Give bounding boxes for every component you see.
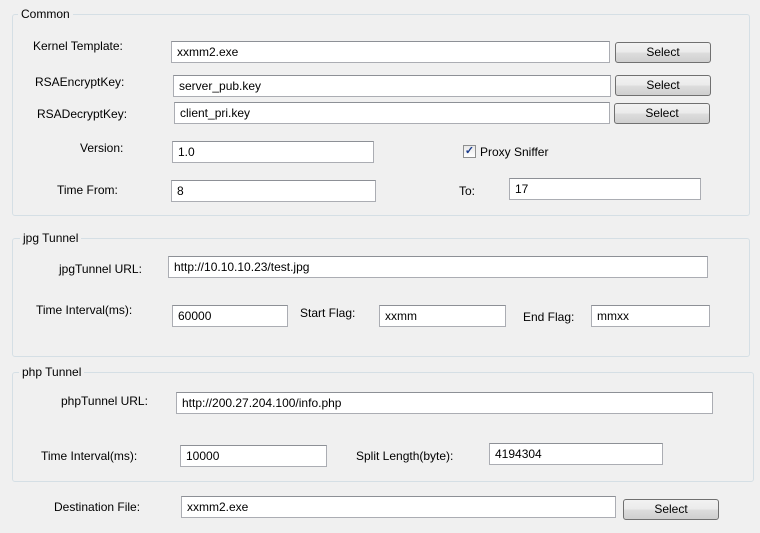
common-legend: Common bbox=[18, 7, 73, 21]
php-tunnel-url-label: phpTunnel URL: bbox=[61, 394, 148, 408]
destination-file-input[interactable]: xxmm2.exe bbox=[181, 496, 616, 518]
jpg-time-interval-input[interactable]: 60000 bbox=[172, 305, 288, 327]
jpg-time-interval-label: Time Interval(ms): bbox=[36, 303, 133, 317]
kernel-template-select-button[interactable]: Select bbox=[615, 42, 711, 63]
destination-file-select-button[interactable]: Select bbox=[623, 499, 719, 520]
split-length-label: Split Length(byte): bbox=[356, 449, 454, 463]
rsa-decrypt-key-label: RSADecryptKey: bbox=[37, 107, 128, 121]
split-length-input[interactable]: 4194304 bbox=[489, 443, 663, 465]
time-to-label: To: bbox=[459, 184, 476, 198]
start-flag-input[interactable]: xxmm bbox=[379, 305, 506, 327]
end-flag-label: End Flag: bbox=[523, 310, 575, 324]
php-time-interval-label: Time Interval(ms): bbox=[41, 449, 138, 463]
php-tunnel-legend: php Tunnel bbox=[19, 365, 85, 379]
start-flag-label: Start Flag: bbox=[300, 306, 356, 320]
php-tunnel-url-input[interactable]: http://200.27.204.100/info.php bbox=[176, 392, 713, 414]
time-from-label: Time From: bbox=[57, 183, 118, 197]
time-to-input[interactable]: 17 bbox=[509, 178, 701, 200]
proxy-sniffer-checkbox[interactable]: ✓ bbox=[463, 145, 476, 158]
end-flag-input[interactable]: mmxx bbox=[591, 305, 710, 327]
jpg-tunnel-url-input[interactable]: http://10.10.10.23/test.jpg bbox=[168, 256, 708, 278]
version-input[interactable]: 1.0 bbox=[172, 141, 374, 163]
kernel-template-input[interactable]: xxmm2.exe bbox=[171, 41, 610, 63]
rsa-encrypt-key-label: RSAEncryptKey: bbox=[35, 75, 125, 89]
checkmark-icon: ✓ bbox=[464, 145, 475, 157]
php-time-interval-input[interactable]: 10000 bbox=[180, 445, 327, 467]
jpg-tunnel-legend: jpg Tunnel bbox=[20, 231, 82, 245]
rsa-decrypt-key-select-button[interactable]: Select bbox=[614, 103, 710, 124]
kernel-template-label: Kernel Template: bbox=[33, 39, 123, 53]
jpg-tunnel-url-label: jpgTunnel URL: bbox=[59, 262, 142, 276]
proxy-sniffer-label[interactable]: Proxy Sniffer bbox=[480, 145, 548, 159]
destination-file-label: Destination File: bbox=[54, 500, 141, 514]
rsa-encrypt-key-select-button[interactable]: Select bbox=[615, 75, 711, 96]
time-from-input[interactable]: 8 bbox=[171, 180, 376, 202]
rsa-encrypt-key-input[interactable]: server_pub.key bbox=[173, 75, 611, 97]
php-tunnel-group bbox=[12, 372, 754, 482]
rsa-decrypt-key-input[interactable]: client_pri.key bbox=[174, 102, 610, 124]
version-label: Version: bbox=[80, 141, 124, 155]
